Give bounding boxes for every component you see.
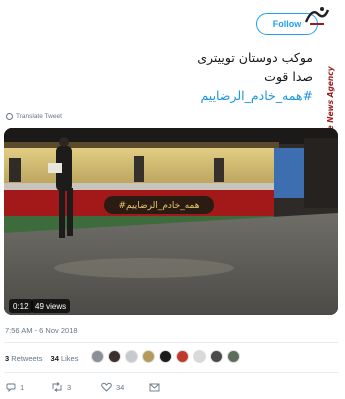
reply-icon — [6, 383, 16, 392]
divider — [4, 342, 338, 343]
direct-message-button[interactable] — [149, 382, 160, 392]
divider — [4, 372, 338, 373]
retweet-icon — [52, 382, 62, 392]
avatar[interactable] — [193, 350, 206, 363]
avatar[interactable] — [125, 350, 138, 363]
retweets-stat[interactable]: 3 Retweets — [5, 354, 43, 363]
avatar[interactable] — [142, 350, 155, 363]
likes-stat[interactable]: 34 Likes — [51, 354, 79, 363]
like-button[interactable]: 34 — [101, 382, 124, 392]
avatar[interactable] — [108, 350, 121, 363]
video-views: 49 views — [31, 299, 71, 313]
liker-avatars — [91, 350, 240, 363]
tweet-line-2: صدا قوت — [264, 69, 313, 84]
avatar[interactable] — [91, 350, 104, 363]
tweet-actions: 1 3 34 — [0, 380, 345, 396]
avatar[interactable] — [227, 350, 240, 363]
avatar[interactable] — [159, 350, 172, 363]
translate-label: Translate Tweet — [16, 113, 62, 120]
hashtag-link[interactable]: #همه_خادم_الرضاییم — [197, 86, 313, 105]
video-player[interactable]: #همه_خادم_الرضاییم — [4, 128, 338, 315]
video-frame: #همه_خادم_الرضاییم — [4, 128, 338, 315]
banner-hashtag: #همه_خادم_الرضاییم — [118, 201, 199, 211]
reply-button[interactable]: 1 — [6, 382, 24, 392]
tweet-line-1: موکب دوستان توییتری — [197, 50, 313, 65]
engagement-stats: 3 Retweets 34 Likes — [5, 354, 78, 363]
video-duration: 0:12 — [9, 299, 33, 313]
avatar[interactable] — [176, 350, 189, 363]
avatar[interactable] — [210, 350, 223, 363]
like-count: 34 — [116, 382, 125, 392]
heart-icon — [101, 382, 112, 392]
translate-tweet-link[interactable]: Translate Tweet — [6, 113, 62, 120]
tweet-timestamp[interactable]: 7:56 AM - 6 Nov 2018 — [5, 326, 78, 335]
retweet-button[interactable]: 3 — [51, 382, 71, 392]
retweet-count: 3 — [67, 382, 72, 392]
globe-icon — [6, 113, 13, 120]
envelope-icon — [149, 383, 160, 392]
news-agency-logo — [304, 7, 330, 25]
reply-count: 1 — [20, 382, 25, 392]
tweet-body: موکب دوستان توییتری صدا قوت #همه_خادم_ال… — [197, 48, 313, 105]
